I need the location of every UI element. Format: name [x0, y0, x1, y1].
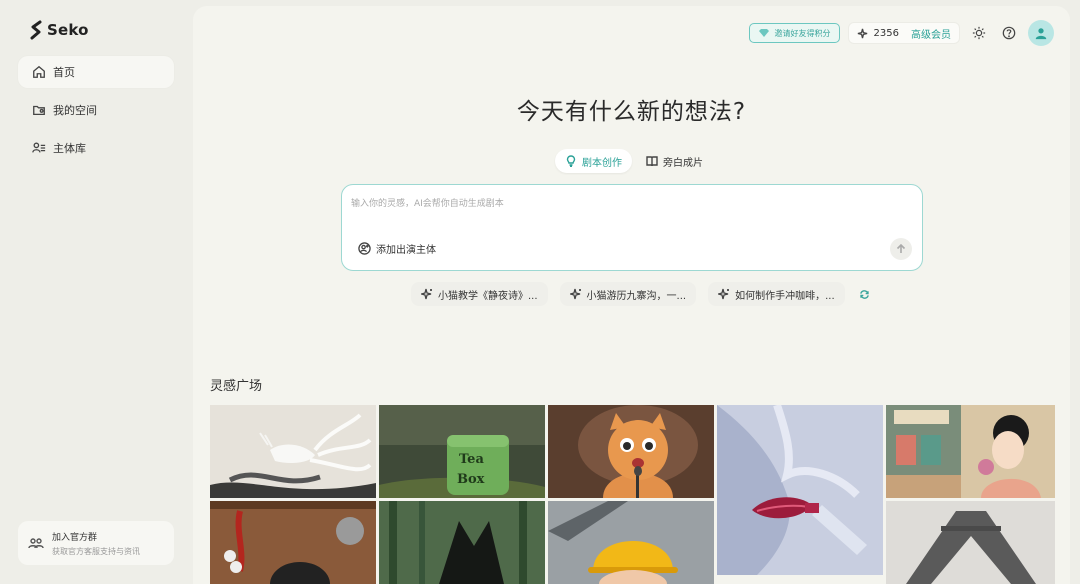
- sidebar-item-label: 主体库: [53, 142, 86, 155]
- add-actor-label: 添加出演主体: [376, 245, 436, 256]
- theme-toggle-button[interactable]: [968, 22, 990, 44]
- sparkle-icon: [718, 288, 730, 300]
- sidebar-nav: 首页 我的空间 主体库: [18, 56, 174, 170]
- add-actor-button[interactable]: 添加出演主体: [358, 241, 436, 256]
- prompt-input[interactable]: [351, 193, 911, 215]
- refresh-suggestions-button[interactable]: [857, 286, 873, 302]
- inspiration-gallery: Tea Box: [210, 405, 1055, 584]
- sparkle-icon: [421, 288, 432, 300]
- home-icon: [33, 65, 45, 78]
- tab-script-creation[interactable]: 剧本创作: [555, 149, 632, 173]
- child-hard-hat-image: [548, 501, 714, 584]
- ancient-lady-image: [886, 405, 1055, 498]
- tab-label: 剧本创作: [582, 157, 622, 169]
- gallery-item-singing-cat[interactable]: [548, 405, 714, 498]
- subject-library-icon: [32, 142, 46, 153]
- eiffel-tower-image: [886, 501, 1055, 584]
- invite-label: 邀请好友得积分: [774, 28, 831, 38]
- sun-icon: [972, 26, 986, 40]
- gallery-item-lipstick[interactable]: [717, 405, 883, 575]
- suggestion-chip[interactable]: 小猫游历九寨沟，一...: [559, 282, 697, 306]
- svg-text:Tea: Tea: [459, 452, 484, 467]
- join-group-card[interactable]: 加入官方群 获取官方客服支持与资讯: [18, 521, 174, 565]
- kitchen-image: [210, 501, 376, 584]
- suggestion-label: 小猫教学《静夜诗》...: [438, 290, 538, 302]
- sparkle-icon: [857, 28, 867, 38]
- credits-badge[interactable]: 2356 高级会员: [847, 22, 960, 44]
- add-person-icon: [358, 242, 371, 255]
- gallery-item-kitchen[interactable]: [210, 501, 376, 584]
- tab-narration-video[interactable]: 旁白成片: [636, 149, 713, 173]
- sparkle-icon: [569, 288, 581, 300]
- gallery-item-eiffel[interactable]: [886, 501, 1055, 584]
- gallery-item-hard-hat[interactable]: [548, 501, 714, 584]
- join-group-title: 加入官方群: [52, 532, 98, 543]
- sidebar-item-label: 我的空间: [53, 104, 97, 117]
- refresh-icon: [860, 289, 869, 299]
- sidebar-item-label: 首页: [53, 66, 75, 79]
- vip-link[interactable]: 高级会员: [911, 26, 951, 41]
- seko-logo-icon: [30, 20, 42, 40]
- send-button[interactable]: [890, 238, 912, 260]
- gallery-item-white-fox[interactable]: [210, 405, 376, 498]
- invite-friends-button[interactable]: 邀请好友得积分: [748, 23, 840, 43]
- sidebar-item-home[interactable]: 首页: [18, 56, 174, 88]
- folder-user-icon: [33, 105, 45, 116]
- gallery-item-tang-lady[interactable]: [886, 405, 1055, 498]
- bulb-icon: [566, 155, 576, 167]
- main-panel: 邀请好友得积分 2356 高级会员 今天有什么新的想法? 剧本创作 旁白成片 输…: [193, 6, 1070, 584]
- arrow-up-icon: [896, 244, 906, 253]
- book-open-icon: [646, 156, 658, 167]
- brand-logo[interactable]: Seko: [30, 20, 89, 40]
- gallery-item-tea-box[interactable]: Tea Box: [379, 405, 545, 498]
- help-icon: [1002, 26, 1016, 40]
- tab-label: 旁白成片: [663, 157, 703, 169]
- tea-box-image: Tea Box: [379, 405, 545, 498]
- sidebar-item-subject-library[interactable]: 主体库: [18, 132, 174, 164]
- ink-fox-image: [210, 405, 376, 498]
- suggestion-chip[interactable]: 小猫教学《静夜诗》...: [411, 282, 548, 306]
- svg-text:Box: Box: [457, 472, 485, 487]
- help-button[interactable]: [998, 22, 1020, 44]
- suggestion-label: 如何制作手冲咖啡，...: [735, 290, 835, 302]
- mode-tabs: 剧本创作 旁白成片: [555, 149, 713, 173]
- prompt-suggestions: 小猫教学《静夜诗》... 小猫游历九寨沟，一... 如何制作手冲咖啡，...: [411, 282, 873, 306]
- gallery-title: 灵感广场: [210, 379, 263, 394]
- suggestion-label: 小猫游历九寨沟，一...: [586, 290, 687, 302]
- sidebar: Seko 首页 我的空间 主体库 加入官方群 获取官方客服支持与资讯: [0, 0, 192, 584]
- page-headline: 今天有什么新的想法?: [516, 99, 747, 125]
- diamond-icon: [758, 29, 769, 37]
- cat-singer-image: [548, 405, 714, 498]
- join-group-subtitle: 获取官方客服支持与资讯: [52, 546, 140, 556]
- sidebar-item-my-space[interactable]: 我的空间: [18, 94, 174, 126]
- topbar: 邀请好友得积分 2356 高级会员: [748, 20, 1054, 46]
- gallery-item-bamboo[interactable]: [379, 501, 545, 584]
- user-avatar[interactable]: [1028, 20, 1054, 46]
- group-users-icon: [28, 538, 44, 549]
- prompt-box: 添加出演主体: [341, 184, 923, 271]
- suggestion-chip[interactable]: 如何制作手冲咖啡，...: [708, 282, 845, 306]
- glass-face-lipstick-image: [717, 405, 883, 575]
- brand-name: Seko: [47, 21, 89, 39]
- bamboo-forest-image: [379, 501, 545, 584]
- credits-count: 2356: [873, 27, 899, 39]
- user-icon: [1035, 28, 1047, 40]
